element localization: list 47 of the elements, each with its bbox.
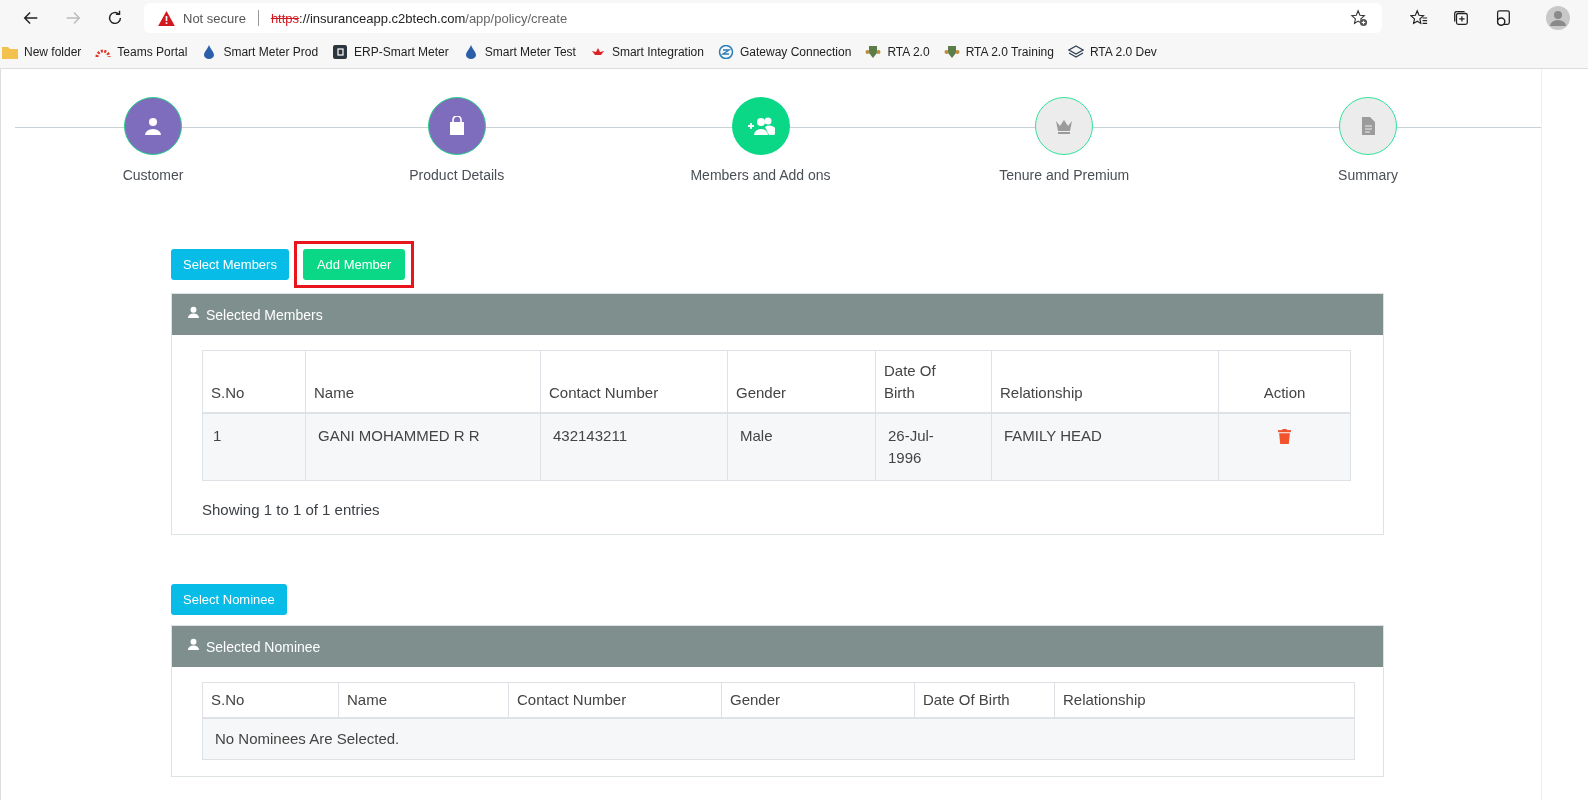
warning-icon	[158, 10, 175, 26]
folder-icon	[2, 45, 18, 59]
crest-icon	[865, 45, 882, 59]
address-bar[interactable]: Not secure https://insuranceapp.c2btech.com/app/policy/create	[144, 3, 1382, 33]
swirl-icon	[717, 45, 734, 59]
bookmark-item[interactable]: Smart Meter Prod	[201, 45, 319, 59]
reload-icon[interactable]	[106, 9, 124, 27]
delete-icon[interactable]	[1278, 429, 1291, 444]
table-cell: 1	[202, 413, 306, 481]
bookmark-item[interactable]: Gateway Connection	[717, 45, 852, 59]
browser-window-icon[interactable]	[1494, 9, 1512, 27]
bookmark-item[interactable]: RTA 2.0 Dev	[1067, 45, 1157, 59]
table-cell: 432143211	[540, 413, 728, 481]
panel-title: Selected Members	[206, 306, 323, 323]
person-icon	[143, 116, 163, 136]
tile-icon	[332, 45, 349, 59]
table-cell: 26-Jul-1996	[875, 413, 992, 481]
step-label: Summary	[1338, 167, 1398, 183]
step-label: Customer	[122, 167, 184, 183]
url-text: https://insuranceapp.c2btech.com/app/policy/create	[270, 10, 569, 26]
bookmark-item[interactable]: ERP-Smart Meter	[332, 45, 449, 59]
back-icon[interactable]	[22, 9, 40, 27]
bookmark-item[interactable]: RTA 2.0 Training	[943, 45, 1054, 59]
entries-info: Showing 1 to 1 of 1 entries	[202, 501, 381, 518]
layers-icon	[1067, 45, 1084, 59]
panel-title: Selected Nominee	[206, 638, 321, 655]
add-favorite-icon[interactable]	[1350, 9, 1368, 27]
bookmark-item[interactable]: Smart Integration	[589, 45, 704, 59]
table-cell: FAMILY HEAD	[991, 413, 1219, 481]
user-icon	[187, 306, 200, 319]
collections-icon[interactable]	[1452, 9, 1470, 27]
user-icon	[187, 638, 200, 651]
bookmark-item[interactable]: Teams Portal	[95, 45, 188, 59]
bookmark-item[interactable]: RTA 2.0	[865, 45, 930, 59]
table-cell: GANI MOHAMMED R R	[305, 413, 541, 481]
empty-message: No Nominees Are Selected.	[202, 718, 1355, 760]
bookmark-item[interactable]: Smart Meter Test	[462, 45, 576, 59]
profile-avatar-icon[interactable]	[1546, 6, 1570, 30]
add-group-icon	[746, 116, 775, 136]
security-label: Not secure	[183, 10, 246, 26]
step-label: Members and Add ons	[690, 167, 831, 183]
table-cell: Male	[727, 413, 876, 481]
bookmark-item[interactable]: New folder	[2, 45, 82, 59]
favorites-icon[interactable]	[1410, 9, 1428, 27]
step-label: Tenure and Premium	[999, 167, 1130, 183]
crest-icon	[943, 45, 960, 59]
step-label: Product Details	[409, 167, 505, 183]
